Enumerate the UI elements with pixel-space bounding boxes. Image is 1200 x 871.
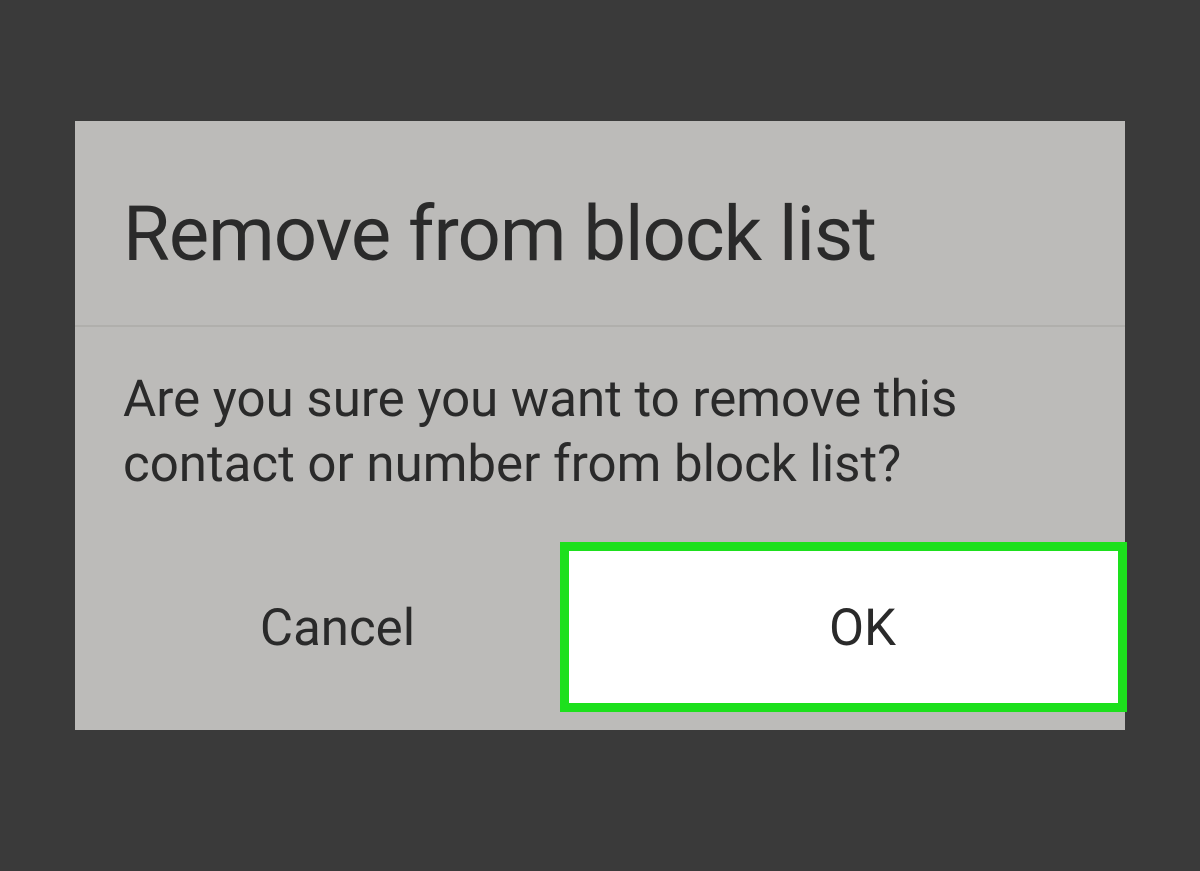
ok-button-highlight-wrapper: OK — [600, 547, 1125, 710]
ok-button[interactable]: OK — [600, 547, 1125, 710]
cancel-button[interactable]: Cancel — [75, 547, 600, 710]
dialog-message: Are you sure you want to remove this con… — [123, 367, 1077, 498]
confirmation-dialog: Remove from block list Are you sure you … — [75, 121, 1125, 731]
dialog-actions: Cancel OK — [75, 517, 1125, 730]
dialog-title: Remove from block list — [123, 189, 1077, 279]
dialog-header: Remove from block list — [75, 121, 1125, 327]
dialog-body: Are you sure you want to remove this con… — [75, 327, 1125, 518]
